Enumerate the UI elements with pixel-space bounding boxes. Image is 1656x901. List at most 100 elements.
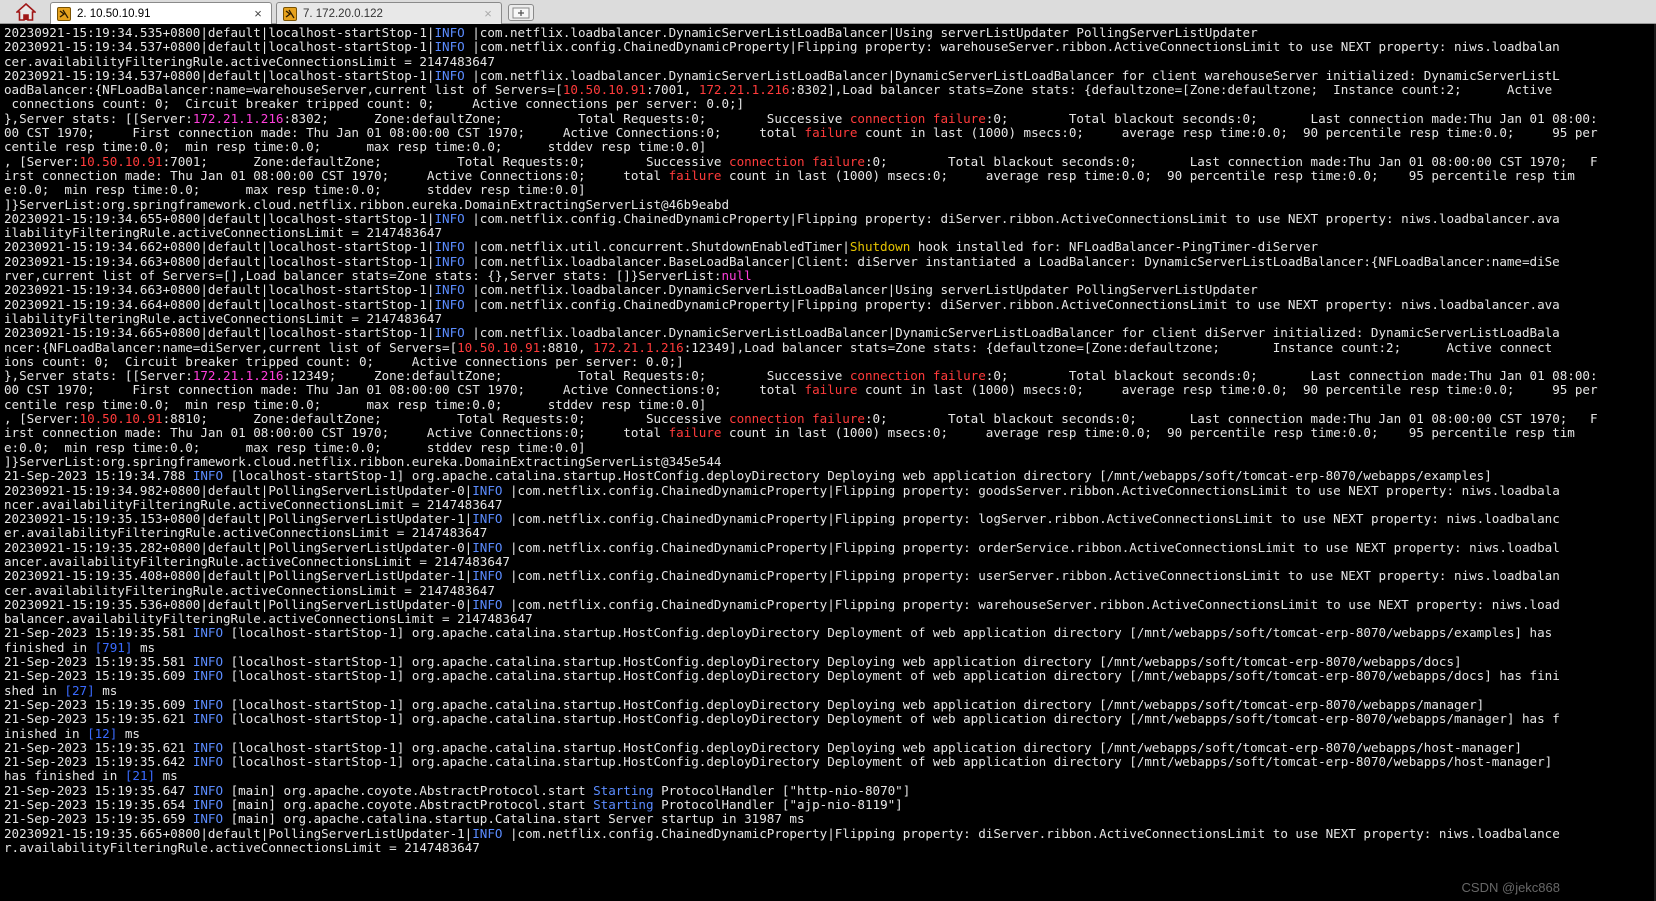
log-line: 21-Sep-2023 15:19:35.642 INFO [localhost…: [4, 754, 1656, 770]
log-segment: oadBalancer:{NFLoadBalancer:name=warehou…: [4, 82, 563, 98]
log-segment: 20230921-15:19:35.536+0800|default|Polli…: [4, 596, 473, 612]
log-segment: |com.netflix.config.ChainedDynamicProper…: [464, 39, 1560, 55]
terminal-icon: [57, 6, 71, 21]
log-line: finished in [791] ms: [4, 639, 1656, 655]
log-segment: INFO: [472, 539, 503, 555]
log-segment: hook installed for: NFLoadBalancer-PingT…: [910, 239, 1319, 255]
log-segment: [27]: [64, 682, 95, 698]
log-segment: |com.netflix.config.ChainedDynamicProper…: [502, 511, 1560, 527]
log-line: e:0.0; min resp time:0.0; max resp time:…: [4, 439, 1656, 455]
log-segment: connections count: 0; Circuit breaker tr…: [4, 96, 745, 112]
log-segment: 20230921-15:19:35.282+0800|default|Polli…: [4, 539, 473, 555]
tab-session-2[interactable]: 7. 172.20.0.122 ×: [276, 2, 502, 24]
log-line: er.availabilityFilteringRule.activeConne…: [4, 526, 1656, 540]
log-segment: :7001,: [645, 82, 699, 98]
log-segment: 20230921-15:19:34.663+0800|default|local…: [4, 253, 435, 269]
log-segment: :8302; Zone:defaultZone; Total Requests:…: [283, 110, 850, 126]
log-line: 20230921-15:19:34.664+0800|default|local…: [4, 296, 1656, 312]
terminal-icon: [283, 6, 297, 21]
log-segment: r.availabilityFilteringRule.activeConnec…: [4, 839, 480, 855]
log-segment: },Server stats: [[Server:: [4, 110, 193, 126]
log-line: cer.availabilityFilteringRule.activeConn…: [4, 582, 1656, 598]
log-segment: |com.netflix.config.ChainedDynamicProper…: [464, 296, 1560, 312]
log-segment: [21]: [124, 768, 156, 784]
log-segment: , [Server:: [4, 411, 80, 427]
log-segment: ions count: 0; Circuit breaker tripped c…: [4, 353, 684, 369]
log-segment: :0; Total blackout seconds:0; Last conne…: [864, 153, 1598, 169]
log-line: },Server stats: [[Server:172.21.1.216:83…: [4, 110, 1656, 126]
log-segment: INFO: [192, 696, 224, 712]
log-segment: |com.netflix.loadbalancer.BaseLoadBalanc…: [464, 253, 1560, 269]
log-segment: [localhost-startStop-1] org.apache.catal…: [223, 668, 1560, 684]
log-segment: |com.netflix.util.concurrent.ShutdownEna…: [464, 239, 850, 255]
new-tab-button[interactable]: [508, 4, 534, 21]
log-segment: [localhost-startStop-1] org.apache.catal…: [223, 625, 1553, 641]
log-segment: failure: [804, 382, 858, 398]
log-segment: INFO: [192, 711, 224, 727]
log-line: 21-Sep-2023 15:19:35.654 INFO [main] org…: [4, 797, 1656, 812]
log-segment: Starting: [593, 782, 654, 798]
log-segment: |com.netflix.loadbalancer.DynamicServerL…: [464, 282, 1258, 298]
log-line: 20230921-15:19:34.662+0800|default|local…: [4, 240, 1656, 254]
log-segment: :12349],Load balancer stats=Zone stats: …: [683, 339, 1553, 355]
log-segment: ms: [132, 639, 156, 655]
log-segment: INFO: [434, 210, 465, 226]
log-segment: ncer.availabilityFilteringRule.activeCon…: [4, 496, 503, 512]
log-segment: INFO: [192, 754, 224, 770]
log-segment: 20230921-15:19:34.665+0800|default|local…: [4, 325, 435, 341]
log-segment: connection failure: [729, 153, 865, 169]
log-line: ancer.availabilityFilteringRule.activeCo…: [4, 554, 1656, 569]
log-segment: 172.21.1.216: [192, 110, 284, 126]
home-button[interactable]: [4, 1, 48, 23]
log-segment: cer.availabilityFilteringRule.activeConn…: [4, 582, 495, 598]
log-line: 20230921-15:19:35.282+0800|default|Polli…: [4, 539, 1656, 555]
log-segment: 10.50.10.91: [79, 153, 163, 169]
log-segment: [12]: [87, 725, 118, 741]
log-line: 20230921-15:19:35.665+0800|default|Polli…: [4, 826, 1656, 841]
log-segment: INFO: [472, 568, 503, 584]
log-line: , [Server:10.50.10.91:7001; Zone:default…: [4, 153, 1656, 169]
log-segment: :8810,: [540, 339, 594, 355]
log-segment: 20230921-15:19:34.537+0800|default|local…: [4, 39, 435, 55]
log-segment: INFO: [434, 253, 465, 269]
log-segment: ncer:{NFLoadBalancer:name=diServer,curre…: [4, 339, 458, 355]
log-segment: |com.netflix.loadbalancer.DynamicServerL…: [464, 25, 1258, 40]
log-segment: cer.availabilityFilteringRule.activeConn…: [4, 53, 495, 69]
log-segment: },Server stats: [[Server:: [4, 368, 193, 384]
log-line: shed in [27] ms: [4, 682, 1656, 698]
log-segment: |com.netflix.loadbalancer.DynamicServerL…: [464, 325, 1560, 341]
log-segment: irst connection made: Thu Jan 01 08:00:0…: [4, 425, 669, 441]
close-icon[interactable]: ×: [481, 6, 495, 21]
close-icon[interactable]: ×: [251, 6, 265, 21]
log-segment: 21-Sep-2023 15:19:35.609: [4, 668, 193, 684]
terminal-output[interactable]: 20230921-15:19:34.535+0800|default|local…: [0, 24, 1656, 901]
log-segment: 21-Sep-2023 15:19:35.621: [4, 711, 193, 727]
log-segment: e:0.0; min resp time:0.0; max resp time:…: [4, 439, 586, 455]
log-segment: [main] org.apache.catalina.startup.Catal…: [223, 811, 805, 827]
log-segment: 20230921-15:19:34.537+0800|default|local…: [4, 67, 435, 83]
log-line: centile resp time:0.0; min resp time:0.0…: [4, 140, 1656, 154]
log-line: 00 CST 1970; First connection made: Thu …: [4, 125, 1656, 141]
log-segment: :0; Total blackout seconds:0; Last conne…: [864, 411, 1598, 427]
log-segment: 21-Sep-2023 15:19:35.609: [4, 696, 193, 712]
log-segment: ms: [155, 768, 178, 784]
log-segment: 20230921-15:19:34.664+0800|default|local…: [4, 296, 435, 312]
log-segment: 10.50.10.91: [457, 339, 541, 355]
log-line: 20230921-15:19:34.663+0800|default|local…: [4, 253, 1656, 269]
log-segment: ]}ServerList:org.springframework.cloud.n…: [4, 196, 729, 212]
log-segment: INFO: [192, 811, 224, 827]
log-line: 20230921-15:19:34.537+0800|default|local…: [4, 67, 1656, 83]
log-line: 20230921-15:19:34.665+0800|default|local…: [4, 326, 1656, 340]
log-segment: 21-Sep-2023 15:19:35.581: [4, 625, 193, 641]
log-segment: INFO: [472, 511, 503, 527]
log-segment: e:0.0; min resp time:0.0; max resp time:…: [4, 182, 586, 198]
log-segment: failure: [804, 125, 858, 141]
log-line: 21-Sep-2023 15:19:35.621 INFO [localhost…: [4, 712, 1656, 726]
log-segment: INFO: [434, 67, 465, 83]
log-segment: 00 CST 1970; First connection made: Thu …: [4, 125, 805, 141]
log-segment: 10.50.10.91: [79, 411, 163, 427]
log-line: rver,current list of Servers=[],Load bal…: [4, 268, 1656, 283]
tab-session-1[interactable]: 2. 10.50.10.91 ×: [50, 2, 272, 24]
log-line: 21-Sep-2023 15:19:35.647 INFO [main] org…: [4, 782, 1656, 798]
log-segment: 172.21.1.216: [593, 339, 684, 355]
